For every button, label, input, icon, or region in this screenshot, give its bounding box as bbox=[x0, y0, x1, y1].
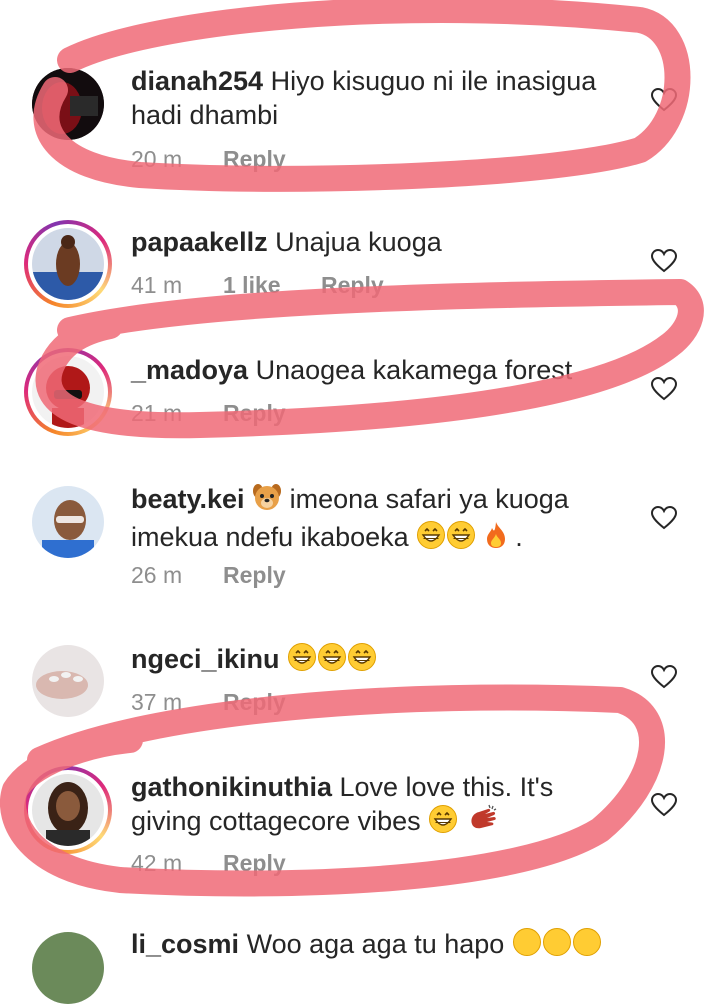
grinning-emoji bbox=[317, 642, 347, 680]
avatar[interactable] bbox=[32, 68, 104, 140]
dog-face-emoji bbox=[252, 482, 282, 520]
grinning-emoji bbox=[416, 520, 446, 558]
comment-time: 20 m bbox=[131, 146, 183, 172]
heart-outline-icon[interactable] bbox=[651, 665, 677, 689]
fire-emoji bbox=[484, 520, 508, 558]
grinning-emoji bbox=[542, 927, 572, 965]
comment-text: Unajua kuoga bbox=[275, 227, 442, 257]
likes-count[interactable]: 1 like bbox=[223, 272, 281, 299]
heart-outline-icon[interactable] bbox=[651, 88, 677, 112]
heart-outline-icon[interactable] bbox=[651, 249, 677, 273]
reply-button[interactable]: Reply bbox=[321, 272, 384, 299]
comment-text: imeona safari ya kuoga bbox=[289, 484, 569, 514]
grinning-emoji bbox=[287, 642, 317, 680]
grinning-emoji bbox=[428, 804, 458, 842]
avatar[interactable] bbox=[24, 766, 112, 854]
avatar[interactable] bbox=[24, 348, 112, 436]
clapping-hands-emoji bbox=[466, 804, 500, 842]
grinning-emoji bbox=[446, 520, 476, 558]
avatar[interactable] bbox=[32, 486, 104, 558]
comment-text: . bbox=[515, 522, 523, 552]
comment-text: Woo aga aga tu hapo bbox=[246, 929, 505, 959]
avatar[interactable] bbox=[24, 220, 112, 308]
comment-text: imekua ndefu ikaboeka bbox=[131, 522, 409, 552]
reply-button[interactable]: Reply bbox=[223, 562, 286, 589]
reply-button[interactable]: Reply bbox=[223, 850, 286, 877]
comment-text: Love love this. It's bbox=[339, 772, 554, 802]
avatar[interactable] bbox=[32, 645, 104, 717]
comment-username[interactable]: ngeci_ikinu bbox=[131, 644, 280, 674]
comment-time: 26 m bbox=[131, 562, 183, 588]
comment-username[interactable]: papaakellz bbox=[131, 227, 268, 257]
comment-username[interactable]: dianah254 bbox=[131, 66, 263, 96]
heart-outline-icon[interactable] bbox=[651, 377, 677, 401]
comment-username[interactable]: beaty.kei bbox=[131, 484, 245, 514]
heart-outline-icon[interactable] bbox=[651, 793, 677, 817]
comment-time: 37 m bbox=[131, 689, 183, 715]
comment-text: Hiyo kisuguo ni ile inasigua bbox=[270, 66, 597, 96]
comment-text: Unaogea kakamega forest bbox=[255, 355, 573, 385]
comment-time: 42 m bbox=[131, 850, 183, 876]
comment-time: 41 m bbox=[131, 272, 183, 298]
comment-username[interactable]: _madoya bbox=[131, 355, 248, 385]
reply-button[interactable]: Reply bbox=[223, 689, 286, 716]
grinning-emoji bbox=[347, 642, 377, 680]
reply-button[interactable]: Reply bbox=[223, 146, 286, 173]
grinning-emoji bbox=[512, 927, 542, 965]
heart-outline-icon[interactable] bbox=[651, 506, 677, 530]
comment-text: hadi dhambi bbox=[131, 100, 279, 130]
grinning-emoji bbox=[572, 927, 602, 965]
comment-username[interactable]: li_cosmi bbox=[131, 929, 239, 959]
comment-text: giving cottagecore vibes bbox=[131, 806, 421, 836]
comment-username[interactable]: gathonikinuthia bbox=[131, 772, 332, 802]
reply-button[interactable]: Reply bbox=[223, 400, 286, 427]
comment-time: 21 m bbox=[131, 400, 183, 426]
